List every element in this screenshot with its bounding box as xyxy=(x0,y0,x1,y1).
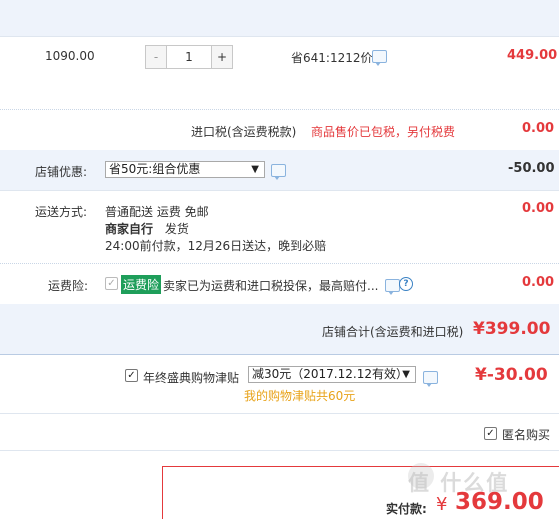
anonymous-row: ✓ 匿名购买 xyxy=(0,414,559,450)
shipping-seller-rest: 发货 xyxy=(164,222,189,236)
savings-text: 省641:1212价 xyxy=(291,51,373,65)
store-discount-label: 店铺优惠: xyxy=(35,165,88,179)
store-total-label: 店铺合计(含运费和进口税) xyxy=(322,325,464,339)
import-tax-label: 进口税(含运费税款) xyxy=(191,125,297,139)
qty-minus-button[interactable]: - xyxy=(145,45,167,69)
payment-currency: ¥ xyxy=(436,494,448,515)
unit-price: 1090.00 xyxy=(45,49,95,63)
store-discount-selected: 省50元:组合优惠 xyxy=(109,162,201,176)
shipping-eta: 24:00前付款，12月26日送达，晚到必赔 xyxy=(105,239,327,253)
store-total-row: 店铺合计(含运费和进口税) ¥399.00 xyxy=(0,304,559,354)
subsidy-value: ¥-30.00 xyxy=(475,365,548,385)
payment-label: 实付款: xyxy=(386,502,427,516)
import-tax-value: 0.00 xyxy=(522,121,555,136)
dropdown-arrow-icon: ▼ xyxy=(251,164,259,175)
chat-icon[interactable] xyxy=(372,50,387,66)
store-total-value: ¥399.00 xyxy=(473,319,551,339)
help-icon[interactable]: ? xyxy=(399,277,413,291)
store-discount-select[interactable]: 省50元:组合优惠 ▼ xyxy=(105,161,265,178)
shipping-row: 运送方式: 普通配送 运费 免邮 商家自行 发货 24:00前付款，12月26日… xyxy=(0,191,559,263)
insurance-checkbox[interactable]: ✓ xyxy=(105,277,118,290)
subsidy-row: ✓ 年终盛典购物津贴 减30元（2017.12.12有效） ▼ 我的购物津贴共6… xyxy=(0,355,559,413)
subsidy-select[interactable]: 减30元（2017.12.12有效） ▼ xyxy=(248,366,416,383)
shipping-label: 运送方式: xyxy=(35,205,88,219)
insurance-text: 卖家已为运费和进口税投保，最高赔付... xyxy=(163,279,379,293)
item-row: 1090.00 - 1 + 省641:1212价 449.00 xyxy=(0,37,559,109)
freight-insurance-row: 运费险: ✓ 运费险 卖家已为运费和进口税投保，最高赔付... ? 0.00 xyxy=(0,264,559,304)
import-tax-note: 商品售价已包税，另付税费 xyxy=(311,125,456,139)
import-tax-row: 进口税(含运费税款) 商品售价已包税，另付税费 0.00 xyxy=(0,110,559,150)
shipping-seller-bold: 商家自行 xyxy=(105,222,154,236)
store-discount-row: 店铺优惠: 省50元:组合优惠 ▼ -50.00 xyxy=(0,150,559,190)
chat-icon[interactable] xyxy=(271,164,286,180)
subsidy-checkbox[interactable]: ✓ xyxy=(125,369,138,382)
qty-input[interactable]: 1 xyxy=(166,45,212,69)
anonymous-checkbox[interactable]: ✓ xyxy=(484,427,497,440)
anonymous-label: 匿名购买 xyxy=(502,428,551,442)
freight-insurance-label: 运费险: xyxy=(48,279,89,293)
quantity-stepper: - 1 + xyxy=(145,45,233,69)
subsidy-note: 我的购物津贴共60元 xyxy=(244,389,356,403)
shipping-seller: 商家自行 发货 xyxy=(105,220,189,237)
chat-icon[interactable] xyxy=(423,371,438,387)
subsidy-label: 年终盛典购物津贴 xyxy=(143,371,240,385)
shipping-value: 0.00 xyxy=(522,201,555,216)
qty-plus-button[interactable]: + xyxy=(211,45,233,69)
watermark-text: 值 什么值 xyxy=(408,471,510,495)
chat-icon[interactable] xyxy=(385,279,400,295)
insurance-badge: 运费险 xyxy=(121,275,162,294)
dropdown-arrow-icon: ▼ xyxy=(402,369,410,380)
item-subtotal: 449.00 xyxy=(507,48,558,63)
top-band xyxy=(0,0,559,36)
freight-insurance-value: 0.00 xyxy=(522,275,555,290)
subsidy-selected: 减30元（2017.12.12有效） xyxy=(252,367,408,381)
store-discount-value: -50.00 xyxy=(508,161,555,176)
shipping-method: 普通配送 运费 免邮 xyxy=(105,205,209,219)
divider xyxy=(0,450,559,451)
